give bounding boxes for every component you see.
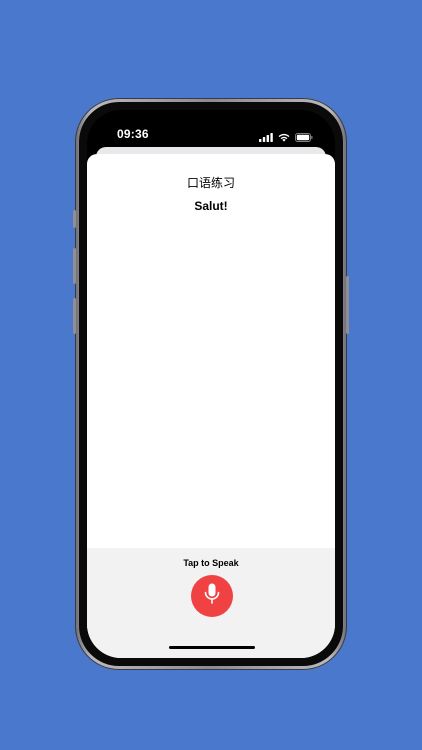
app-store-frame: 09:36 口语练习 Salut! Tap to Speak: [0, 0, 422, 750]
silent-switch: [73, 210, 76, 228]
wifi-icon: [278, 129, 290, 147]
sheet-title: 口语练习: [186, 176, 235, 190]
status-icons: [259, 129, 313, 147]
dynamic-island: [174, 120, 248, 140]
tap-to-speak-label: Tap to Speak: [183, 558, 239, 568]
microphone-button[interactable]: [191, 575, 233, 617]
volume-down-button: [73, 298, 76, 334]
microphone-icon: [204, 583, 220, 610]
home-indicator[interactable]: [169, 646, 255, 649]
volume-up-button: [73, 248, 76, 284]
status-time: 09:36: [117, 127, 149, 141]
speak-panel: Tap to Speak: [87, 548, 335, 658]
power-button: [346, 276, 349, 334]
practice-phrase: Salut!: [194, 199, 228, 213]
phone-frame: 09:36 口语练习 Salut! Tap to Speak: [73, 98, 349, 670]
phone-screen: 09:36 口语练习 Salut! Tap to Speak: [87, 110, 335, 658]
battery-icon: [295, 129, 313, 147]
signal-icon: [259, 129, 273, 147]
speaking-practice-sheet: 口语练习 Salut! Tap to Speak: [87, 154, 335, 658]
